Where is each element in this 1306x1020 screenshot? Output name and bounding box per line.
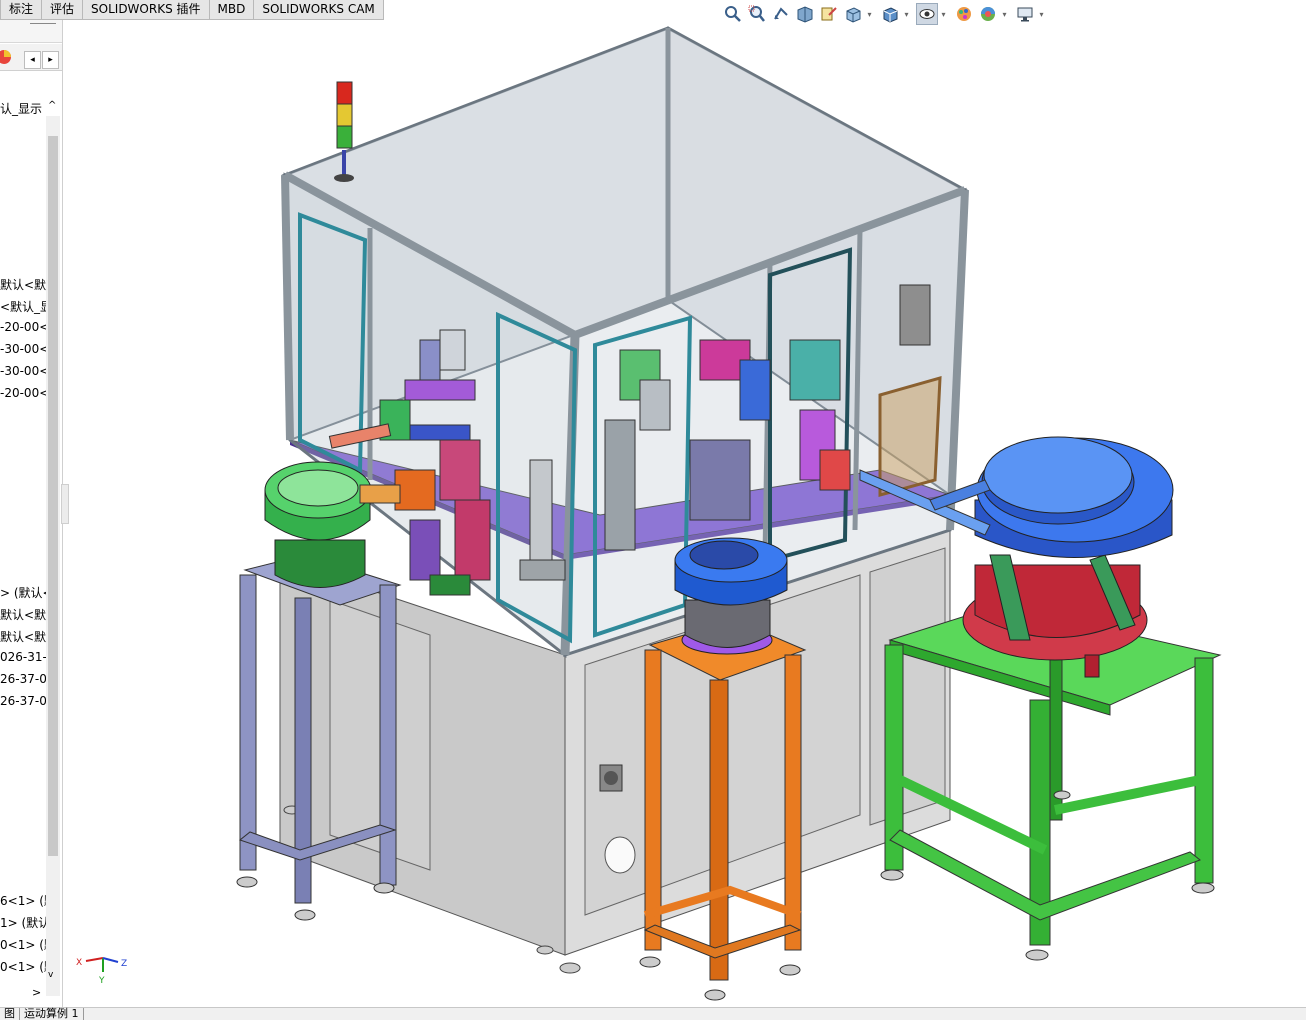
tree-item[interactable]: 1> (默认 [0, 914, 50, 931]
apply-scene-dropdown-icon[interactable]: ▾ [1001, 10, 1008, 19]
tab-solidworks-cam[interactable]: SOLIDWORKS CAM [253, 0, 384, 20]
view-orientation-dropdown-icon[interactable]: ▾ [866, 10, 873, 19]
axis-x-label: X [76, 958, 82, 968]
tree-item[interactable]: -30-00< [0, 364, 49, 378]
tree-item[interactable]: > (默认< [0, 584, 53, 601]
scroll-thumb[interactable] [48, 136, 58, 856]
tree-item[interactable]: 默认<默 [0, 606, 46, 623]
tree-item[interactable]: -20-00< [0, 320, 49, 334]
tab-evaluate[interactable]: 评估 [41, 0, 84, 20]
vertical-scrollbar[interactable] [46, 116, 60, 996]
tree-item[interactable]: 026-31- [0, 650, 47, 664]
tab-mbd[interactable]: MBD [208, 0, 255, 20]
tab-model[interactable]: 图 [0, 1008, 20, 1020]
graphics-area[interactable]: X Y Z [63, 20, 1306, 1005]
tree-item[interactable]: -30-00< [0, 342, 49, 356]
collapse-icon[interactable]: ^ [48, 100, 56, 111]
tree-item[interactable]: 默认<默 [0, 628, 46, 645]
axis-triad: X Y Z [76, 957, 127, 986]
view-settings-dropdown-icon[interactable]: ▾ [1038, 10, 1045, 19]
tree-item[interactable]: 26-37-0 [0, 694, 47, 708]
panel-scroll-arrows: ◂ ▸ [24, 51, 60, 69]
display-state-label[interactable]: 认_显示 [0, 100, 42, 117]
hide-show-dropdown-icon[interactable]: ▾ [940, 10, 947, 19]
middle-vibratory-bowl [674, 537, 788, 655]
bottom-tab-bar: 图 运动算例 1 [0, 1007, 1306, 1020]
display-style-dropdown-icon[interactable]: ▾ [903, 10, 910, 19]
axis-z-label: Z [121, 959, 127, 969]
tab-markup[interactable]: 标注 [0, 0, 43, 20]
tab-motion-study-1[interactable]: 运动算例 1 [20, 1008, 84, 1020]
scroll-right-button[interactable]: ▸ [42, 51, 59, 69]
tree-item[interactable]: 26-37-0 [0, 672, 47, 686]
tab-underline [30, 23, 56, 24]
tab-solidworks-addins[interactable]: SOLIDWORKS 插件 [82, 0, 210, 20]
axis-y-label: Y [98, 976, 105, 986]
command-manager-tabs: 标注 评估 SOLIDWORKS 插件 MBD SOLIDWORKS CAM [0, 0, 384, 20]
tree-item[interactable]: -20-00< [0, 386, 49, 400]
feature-manager-panel: ◂ ▸ 认_显示 ^ 默认<默认 <默认_显 -20-00< -30-00< -… [0, 20, 63, 1010]
scroll-down-icon[interactable]: v [48, 970, 53, 980]
tree-item[interactable]: <默认_显 [0, 298, 52, 315]
scroll-right-icon[interactable]: > [32, 986, 41, 999]
scroll-left-button[interactable]: ◂ [24, 51, 41, 69]
panel-tab-strip [0, 20, 62, 43]
appearance-icon[interactable] [0, 49, 14, 65]
